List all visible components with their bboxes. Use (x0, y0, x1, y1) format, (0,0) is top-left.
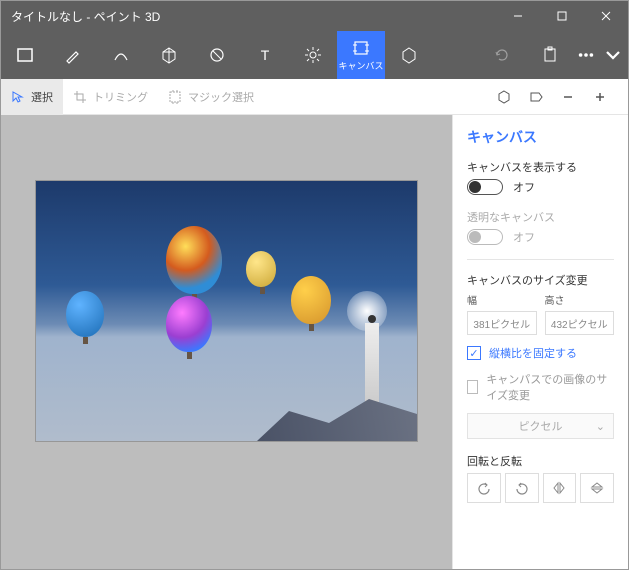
expand-button[interactable] (598, 31, 628, 79)
transparent-canvas-state: オフ (513, 229, 535, 245)
ribbon: T キャンバス (1, 31, 628, 79)
app-window: タイトルなし - ペイント 3D T キャンバス 選択 (0, 0, 629, 570)
2d-shapes-tab[interactable] (97, 31, 145, 79)
crop-tool-label: トリミング (93, 89, 148, 105)
window-title: タイトルなし - ペイント 3D (11, 8, 160, 25)
rotate-ccw-button[interactable] (467, 473, 501, 503)
select-tool-label: 選択 (31, 89, 53, 105)
minimize-button[interactable] (496, 1, 540, 31)
paste-tab[interactable] (526, 31, 574, 79)
effects-tab[interactable] (289, 31, 337, 79)
rotate-section-label: 回転と反転 (467, 453, 614, 469)
magic-select-tool[interactable]: マジック選択 (158, 79, 264, 115)
3d-library-tab[interactable] (385, 31, 433, 79)
height-input[interactable]: 432ピクセル (545, 311, 615, 335)
canvas-tab[interactable]: キャンバス (337, 31, 385, 79)
brushes-tab[interactable] (49, 31, 97, 79)
sub-toolbar: 選択 トリミング マジック選択 (1, 79, 628, 115)
resize-section-label: キャンバスのサイズ変更 (467, 272, 614, 288)
zoom-in-button[interactable] (584, 79, 616, 115)
height-label: 高さ (545, 292, 615, 307)
menu-tab[interactable] (1, 31, 49, 79)
rotate-cw-button[interactable] (505, 473, 539, 503)
maximize-button[interactable] (540, 1, 584, 31)
lock-aspect-label: 縦横比を固定する (489, 345, 577, 361)
view-mode-button[interactable] (520, 79, 552, 115)
text-tab[interactable]: T (241, 31, 289, 79)
unit-select[interactable]: ピクセル (467, 413, 614, 439)
unit-value: ピクセル (519, 418, 563, 434)
transparent-canvas-toggle (467, 229, 503, 245)
canvas-area[interactable] (1, 115, 452, 569)
canvas-image[interactable] (36, 181, 417, 441)
history-tab[interactable] (478, 31, 526, 79)
lock-aspect-checkbox[interactable]: ✓ (467, 346, 481, 360)
zoom-out-button[interactable] (552, 79, 584, 115)
select-tool[interactable]: 選択 (1, 79, 63, 115)
panel-title: キャンバス (467, 127, 614, 147)
title-bar: タイトルなし - ペイント 3D (1, 1, 628, 31)
resize-image-checkbox[interactable]: ✓ (467, 380, 478, 394)
flip-vertical-button[interactable] (580, 473, 614, 503)
3d-shapes-tab[interactable] (145, 31, 193, 79)
3d-view-button[interactable] (488, 79, 520, 115)
transparent-canvas-label: 透明なキャンバス (467, 209, 614, 225)
canvas-tab-label: キャンバス (338, 59, 383, 72)
close-button[interactable] (584, 1, 628, 31)
resize-image-label: キャンパスでの画像のサイズ変更 (486, 371, 614, 403)
undo-dropdown[interactable] (574, 31, 598, 79)
show-canvas-state: オフ (513, 179, 535, 195)
flip-horizontal-button[interactable] (543, 473, 577, 503)
crop-tool[interactable]: トリミング (63, 79, 158, 115)
svg-text:T: T (261, 47, 270, 63)
show-canvas-label: キャンバスを表示する (467, 159, 614, 175)
show-canvas-toggle[interactable] (467, 179, 503, 195)
magic-select-label: マジック選択 (188, 89, 254, 105)
width-input[interactable]: 381ピクセル (467, 311, 537, 335)
properties-panel: キャンバス キャンバスを表示する オフ 透明なキャンバス オフ キャンバスのサイ… (452, 115, 628, 569)
width-label: 幅 (467, 292, 537, 307)
stickers-tab[interactable] (193, 31, 241, 79)
